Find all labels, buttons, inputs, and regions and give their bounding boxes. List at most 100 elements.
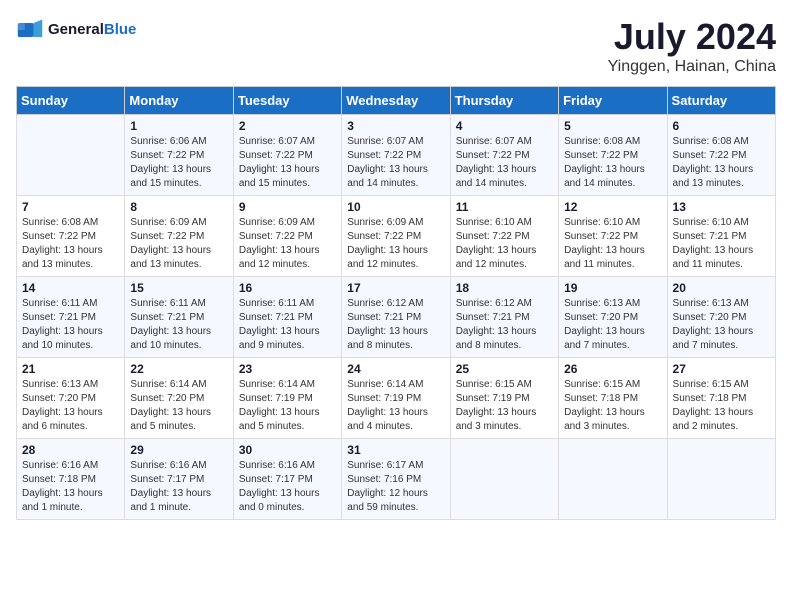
day-info: Sunrise: 6:11 AM Sunset: 7:21 PM Dayligh… <box>239 297 336 353</box>
calendar-cell: 19 Sunrise: 6:13 AM Sunset: 7:20 PM Dayli… <box>559 277 667 358</box>
day-info: Sunrise: 6:06 AM Sunset: 7:22 PM Dayligh… <box>130 135 227 191</box>
calendar-cell: 13Sunrise: 6:10 AM Sunset: 7:21 PM Dayli… <box>667 196 775 277</box>
day-number: 4 <box>456 119 553 133</box>
day-number: 6 <box>673 119 770 133</box>
day-number: 27 <box>673 362 770 376</box>
calendar-cell: 2Sunrise: 6:07 AM Sunset: 7:22 PM Daylig… <box>233 115 341 196</box>
day-info: Sunrise: 6:09 AM Sunset: 7:22 PM Dayligh… <box>347 216 444 272</box>
day-info: Sunrise: 6:10 AM Sunset: 7:22 PM Dayligh… <box>564 216 661 272</box>
calendar-cell: 26 Sunrise: 6:15 AM Sunset: 7:18 PM Dayli… <box>559 358 667 439</box>
header-row: SundayMondayTuesdayWednesdayThursdayFrid… <box>17 87 776 115</box>
calendar-cell <box>17 115 125 196</box>
calendar-cell: 16 Sunrise: 6:11 AM Sunset: 7:21 PM Dayli… <box>233 277 341 358</box>
calendar-cell: 3 Sunrise: 6:07 AM Sunset: 7:22 PM Daylig… <box>342 115 450 196</box>
day-of-week-header: Friday <box>559 87 667 115</box>
day-number: 16 <box>239 281 336 295</box>
logo-general-text: General <box>48 21 104 38</box>
day-number: 10 <box>347 200 444 214</box>
calendar-cell: 12 Sunrise: 6:10 AM Sunset: 7:22 PM Dayli… <box>559 196 667 277</box>
calendar-cell: 14Sunrise: 6:11 AM Sunset: 7:21 PM Dayli… <box>17 277 125 358</box>
day-info: Sunrise: 6:14 AM Sunset: 7:19 PM Dayligh… <box>347 378 444 434</box>
calendar-cell: 10 Sunrise: 6:09 AM Sunset: 7:22 PM Dayli… <box>342 196 450 277</box>
day-info: Sunrise: 6:07 AM Sunset: 7:22 PM Dayligh… <box>347 135 444 191</box>
calendar-cell: 25Sunrise: 6:15 AM Sunset: 7:19 PM Dayli… <box>450 358 558 439</box>
calendar-cell: 9 Sunrise: 6:09 AM Sunset: 7:22 PM Daylig… <box>233 196 341 277</box>
calendar-cell: 1 Sunrise: 6:06 AM Sunset: 7:22 PM Daylig… <box>125 115 233 196</box>
day-number: 22 <box>130 362 227 376</box>
page-header: GeneralBlue July 2024 Yinggen, Hainan, C… <box>16 16 776 76</box>
day-number: 8 <box>130 200 227 214</box>
day-number: 1 <box>130 119 227 133</box>
day-number: 15 <box>130 281 227 295</box>
day-info: Sunrise: 6:08 AM Sunset: 7:22 PM Dayligh… <box>564 135 661 191</box>
day-info: Sunrise: 6:11 AM Sunset: 7:21 PM Dayligh… <box>130 297 227 353</box>
day-of-week-header: Tuesday <box>233 87 341 115</box>
day-info: Sunrise: 6:07 AM Sunset: 7:22 PM Dayligh… <box>456 135 553 191</box>
day-number: 26 <box>564 362 661 376</box>
calendar-cell: 20Sunrise: 6:13 AM Sunset: 7:20 PM Dayli… <box>667 277 775 358</box>
calendar-cell: 24 Sunrise: 6:14 AM Sunset: 7:19 PM Dayli… <box>342 358 450 439</box>
day-number: 30 <box>239 443 336 457</box>
day-number: 17 <box>347 281 444 295</box>
day-info: Sunrise: 6:13 AM Sunset: 7:20 PM Dayligh… <box>564 297 661 353</box>
day-number: 14 <box>22 281 119 295</box>
calendar-cell <box>559 439 667 520</box>
logo-blue-text: Blue <box>104 21 137 38</box>
calendar-cell: 21 Sunrise: 6:13 AM Sunset: 7:20 PM Dayli… <box>17 358 125 439</box>
day-of-week-header: Thursday <box>450 87 558 115</box>
day-number: 20 <box>673 281 770 295</box>
month-year-title: July 2024 <box>608 16 776 58</box>
day-info: Sunrise: 6:14 AM Sunset: 7:20 PM Dayligh… <box>130 378 227 434</box>
day-number: 24 <box>347 362 444 376</box>
day-number: 3 <box>347 119 444 133</box>
day-info: Sunrise: 6:12 AM Sunset: 7:21 PM Dayligh… <box>347 297 444 353</box>
day-info: Sunrise: 6:17 AM Sunset: 7:16 PM Dayligh… <box>347 459 444 515</box>
calendar-week-row: 21 Sunrise: 6:13 AM Sunset: 7:20 PM Dayli… <box>17 358 776 439</box>
location-subtitle: Yinggen, Hainan, China <box>608 58 776 76</box>
day-info: Sunrise: 6:15 AM Sunset: 7:18 PM Dayligh… <box>564 378 661 434</box>
day-info: Sunrise: 6:12 AM Sunset: 7:21 PM Dayligh… <box>456 297 553 353</box>
day-number: 25 <box>456 362 553 376</box>
day-of-week-header: Monday <box>125 87 233 115</box>
day-info: Sunrise: 6:16 AM Sunset: 7:17 PM Dayligh… <box>130 459 227 515</box>
day-info: Sunrise: 6:16 AM Sunset: 7:17 PM Dayligh… <box>239 459 336 515</box>
calendar-cell: 15 Sunrise: 6:11 AM Sunset: 7:21 PM Dayli… <box>125 277 233 358</box>
logo-text: GeneralBlue <box>48 22 136 39</box>
calendar-cell: 4 Sunrise: 6:07 AM Sunset: 7:22 PM Daylig… <box>450 115 558 196</box>
calendar-cell <box>450 439 558 520</box>
calendar-week-row: 28Sunrise: 6:16 AM Sunset: 7:18 PM Dayli… <box>17 439 776 520</box>
calendar-cell: 5 Sunrise: 6:08 AM Sunset: 7:22 PM Daylig… <box>559 115 667 196</box>
day-number: 18 <box>456 281 553 295</box>
logo-icon <box>16 16 44 44</box>
day-number: 21 <box>22 362 119 376</box>
day-info: Sunrise: 6:09 AM Sunset: 7:22 PM Dayligh… <box>239 216 336 272</box>
day-number: 7 <box>22 200 119 214</box>
day-number: 28 <box>22 443 119 457</box>
day-number: 9 <box>239 200 336 214</box>
day-number: 12 <box>564 200 661 214</box>
calendar-cell: 17 Sunrise: 6:12 AM Sunset: 7:21 PM Dayli… <box>342 277 450 358</box>
calendar-cell: 18 Sunrise: 6:12 AM Sunset: 7:21 PM Dayli… <box>450 277 558 358</box>
calendar-cell <box>667 439 775 520</box>
day-info: Sunrise: 6:13 AM Sunset: 7:20 PM Dayligh… <box>22 378 119 434</box>
calendar-week-row: 1 Sunrise: 6:06 AM Sunset: 7:22 PM Daylig… <box>17 115 776 196</box>
day-info: Sunrise: 6:08 AM Sunset: 7:22 PM Dayligh… <box>673 135 770 191</box>
day-of-week-header: Saturday <box>667 87 775 115</box>
calendar-cell: 22 Sunrise: 6:14 AM Sunset: 7:20 PM Dayli… <box>125 358 233 439</box>
day-number: 19 <box>564 281 661 295</box>
day-of-week-header: Wednesday <box>342 87 450 115</box>
day-info: Sunrise: 6:10 AM Sunset: 7:21 PM Dayligh… <box>673 216 770 272</box>
day-number: 2 <box>239 119 336 133</box>
calendar-cell: 30 Sunrise: 6:16 AM Sunset: 7:17 PM Dayli… <box>233 439 341 520</box>
day-info: Sunrise: 6:08 AM Sunset: 7:22 PM Dayligh… <box>22 216 119 272</box>
calendar-week-row: 14 Sunrise: 6:11 AM Sunset: 7:21 PM Dayli… <box>17 277 776 358</box>
calendar-cell: 27Sunrise: 6:15 AM Sunset: 7:18 PM Dayli… <box>667 358 775 439</box>
calendar-cell: 23Sunrise: 6:14 AM Sunset: 7:19 PM Dayli… <box>233 358 341 439</box>
calendar-cell: 11Sunrise: 6:10 AM Sunset: 7:22 PM Dayli… <box>450 196 558 277</box>
calendar-cell: 28Sunrise: 6:16 AM Sunset: 7:18 PM Dayli… <box>17 439 125 520</box>
calendar-table: SundayMondayTuesdayWednesdayThursdayFrid… <box>16 86 776 520</box>
day-of-week-header: Sunday <box>17 87 125 115</box>
logo: GeneralBlue <box>16 16 136 44</box>
day-number: 5 <box>564 119 661 133</box>
day-info: Sunrise: 6:10 AM Sunset: 7:22 PM Dayligh… <box>456 216 553 272</box>
